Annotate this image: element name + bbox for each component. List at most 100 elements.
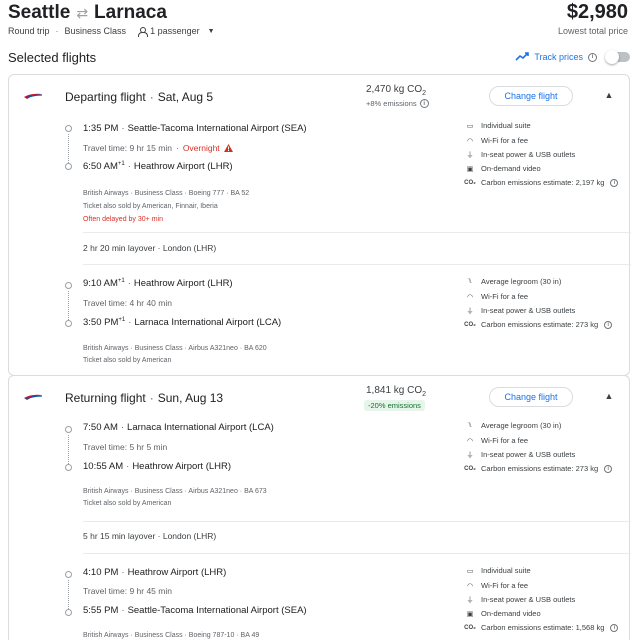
time: 3:50 PM — [83, 317, 119, 329]
departure-stop: 1:35 PM · Seattle-Tacoma International Air… — [83, 123, 307, 134]
amenity-item: ⑊ Average legroom (30 in) — [465, 421, 561, 430]
passenger-count: 1 passenger — [150, 26, 200, 36]
separator: · — [128, 317, 132, 329]
info-icon[interactable]: i — [588, 52, 597, 62]
travel-time-text: Travel time: 4 hr 40 min — [83, 298, 172, 308]
arrival-stop: 3:50 PM+1 · Larnaca International Airport … — [83, 317, 281, 328]
co2-subscript: 2 — [422, 391, 427, 398]
amenity-text: Wi-Fi for a fee — [481, 136, 529, 145]
amenity-text: Carbon emissions estimate: 2,197 kg — [481, 178, 605, 187]
divider — [83, 553, 631, 554]
amenity-text: Carbon emissions estimate: 273 kg — [481, 320, 599, 329]
power-plug-icon: ⏚ — [466, 596, 474, 604]
info-icon[interactable]: i — [419, 99, 429, 108]
separator: · — [127, 278, 131, 290]
amenity-text: Individual suite — [481, 121, 531, 130]
separator: · — [121, 123, 125, 134]
sold-by: Ticket also sold by American, Finnair, I… — [83, 203, 218, 210]
info-icon[interactable]: i — [610, 623, 619, 632]
co2-value: 2,470 kg CO — [366, 84, 423, 95]
amenity-item: ⏚ In-seat power & USB outlets — [465, 306, 576, 315]
meta-separator: · — [55, 26, 59, 36]
co2-estimate: 1,841 kg CO2 — [366, 385, 426, 398]
person-icon — [138, 26, 149, 37]
trip-meta: Round trip · Business Class 1 passenger … — [8, 26, 215, 37]
departure-stop: 7:50 AM · Larnaca International Airport (L… — [83, 422, 274, 433]
travel-time-text: Travel time: 9 hr 15 min — [83, 143, 172, 153]
video-icon: ▣ — [466, 610, 474, 618]
departing-card-header[interactable]: Departing flight · Sat, Aug 5 2,470 kg CO2… — [9, 75, 629, 119]
airline-info: British Airways · Business Class · Boein… — [83, 190, 250, 197]
arrival-stop: 5:55 PM · Seattle-Tacoma International Air… — [83, 605, 307, 616]
departure-dot — [65, 125, 72, 132]
divider — [83, 232, 631, 233]
power-plug-icon: ⏚ — [466, 307, 474, 315]
returning-card-header[interactable]: Returning flight · Sun, Aug 13 1,841 kg CO… — [9, 376, 629, 420]
amenity-item: ▭ Individual suite — [465, 566, 531, 575]
airport: Seattle-Tacoma International Airport (SE… — [127, 605, 307, 616]
passenger-selector[interactable]: 1 passenger ▼ — [138, 26, 215, 37]
time: 7:50 AM — [83, 422, 118, 433]
day-offset: +1 — [117, 161, 125, 167]
amenity-text: Wi-Fi for a fee — [481, 581, 529, 590]
chevron-up-icon[interactable]: ▲ — [603, 391, 615, 401]
british-airways-logo-icon — [24, 394, 43, 400]
info-icon[interactable]: i — [610, 178, 619, 187]
trend-icon — [515, 52, 530, 61]
change-flight-button[interactable]: Change flight — [489, 86, 573, 106]
returning-title: Returning flight · Sun, Aug 13 — [65, 391, 223, 405]
chevron-up-icon[interactable]: ▲ — [603, 90, 615, 100]
divider — [83, 521, 631, 522]
amenity-item: ⑊ Average legroom (30 in) — [465, 277, 561, 286]
amenity-item: ▭ Individual suite — [465, 121, 531, 130]
amenity-item: ◠ Wi-Fi for a fee — [465, 136, 528, 145]
emissions-text: +8% emissions — [366, 99, 417, 108]
arrival-dot — [65, 464, 72, 471]
timeline — [65, 282, 73, 327]
timeline-dots — [68, 134, 69, 163]
travel-time-text: Travel time: 5 hr 5 min — [83, 442, 168, 452]
track-prices-control[interactable]: Track prices i — [515, 50, 630, 64]
amenity-text: On-demand video — [481, 609, 541, 618]
time: 10:55 AM — [83, 461, 124, 472]
leg-date: Sun, Aug 13 — [157, 391, 224, 405]
info-icon[interactable]: i — [604, 320, 613, 329]
returning-flight-card: Returning flight · Sun, Aug 13 1,841 kg CO… — [8, 375, 631, 640]
amenity-text: Individual suite — [481, 566, 531, 575]
title-separator: · — [149, 90, 154, 104]
track-prices-toggle[interactable] — [605, 50, 630, 64]
leg-label: Departing flight — [65, 90, 146, 104]
departing-title: Departing flight · Sat, Aug 5 — [65, 90, 213, 104]
amenity-text: Average legroom (30 in) — [481, 421, 562, 430]
info-icon[interactable]: i — [604, 464, 613, 473]
amenity-text: Wi-Fi for a fee — [481, 436, 529, 445]
video-icon: ▣ — [466, 165, 474, 173]
timeline-dots — [68, 580, 69, 609]
power-plug-icon: ⏚ — [466, 151, 474, 159]
co2-estimate: 2,470 kg CO2 — [366, 84, 426, 97]
co2-value: 1,841 kg CO — [366, 385, 423, 396]
seat-icon: ▭ — [466, 122, 474, 130]
leg-date: Sat, Aug 5 — [157, 90, 214, 104]
day-offset: +1 — [118, 317, 126, 323]
departure-dot — [65, 426, 72, 433]
change-flight-button[interactable]: Change flight — [489, 387, 573, 407]
travel-time: Travel time: 9 hr 45 min — [83, 586, 172, 596]
airline-info: British Airways · Business Class · Airbu… — [83, 345, 267, 352]
co2-icon: CO₂ — [464, 179, 476, 186]
airport: Larnaca International Airport (LCA) — [134, 317, 282, 329]
co2-icon: CO₂ — [464, 465, 476, 472]
amenity-text: Carbon emissions estimate: 1,568 kg — [481, 623, 605, 632]
timeline — [65, 125, 73, 170]
departure-stop: 4:10 PM · Heathrow Airport (LHR) — [83, 567, 226, 578]
travel-time: Travel time: 9 hr 15 min · Overnight — [83, 143, 233, 153]
airport: Heathrow Airport (LHR) — [127, 567, 227, 578]
departure-dot — [65, 571, 72, 578]
separator: · — [120, 422, 125, 433]
amenity-item: ⏚ In-seat power & USB outlets — [465, 150, 576, 159]
british-airways-logo-icon — [24, 93, 43, 99]
amenity-text: In-seat power & USB outlets — [481, 306, 576, 315]
leg-label: Returning flight — [65, 391, 146, 405]
amenity-text: Average legroom (30 in) — [481, 277, 562, 286]
airport: Larnaca International Airport (LCA) — [127, 422, 274, 433]
